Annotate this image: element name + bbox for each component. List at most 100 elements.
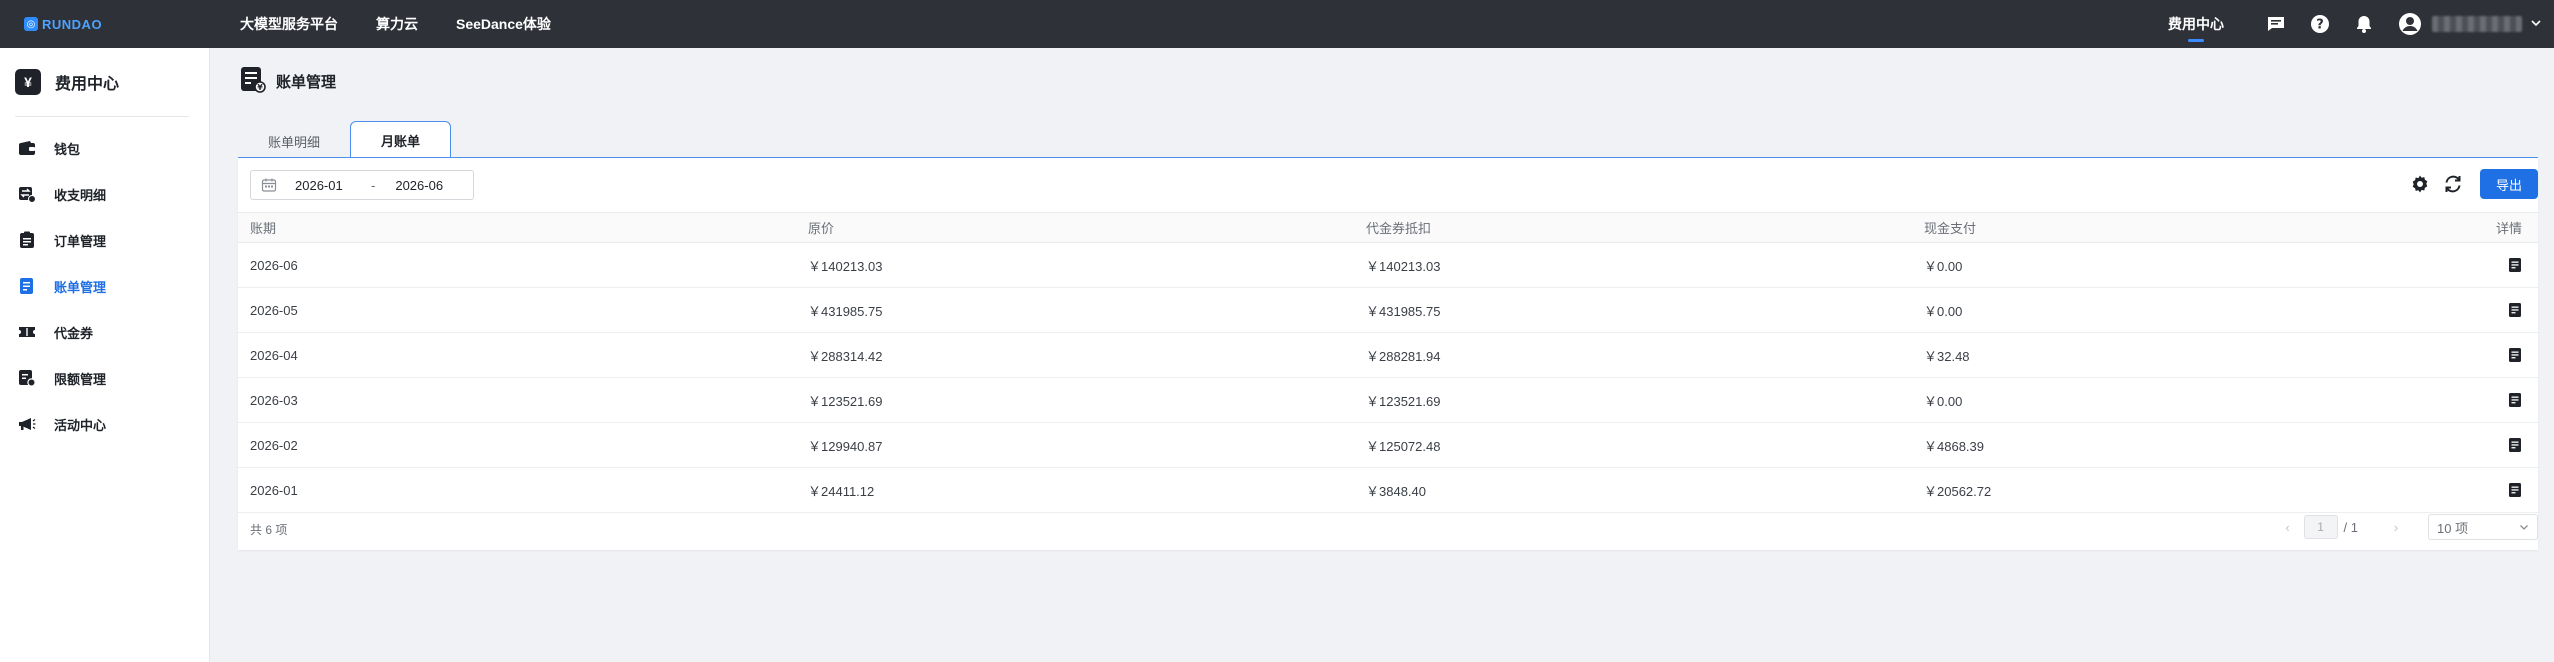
total-count: 共 6 项 — [250, 522, 288, 537]
cell-original-price: ￥431985.75 — [796, 287, 1354, 333]
help-icon[interactable]: ? — [2308, 12, 2332, 36]
topnav-model-platform[interactable]: 大模型服务平台 — [240, 14, 338, 34]
bill-management-icon: ¥ — [240, 66, 266, 97]
range-separator: - — [371, 177, 376, 193]
prev-page-icon[interactable]: ‹ — [2278, 520, 2298, 535]
document-icon[interactable] — [2508, 257, 2522, 273]
sidebar-item-activities[interactable]: 活动中心 — [0, 401, 209, 447]
brand-logo[interactable]: ◎ RUNDAO — [24, 17, 184, 32]
monthly-bill-table: 账期 原价 代金券抵扣 现金支付 详情 2026-06 ￥140213.03 ￥14… — [238, 212, 2538, 513]
col-header-period[interactable]: 账期 — [238, 212, 796, 243]
message-icon[interactable] — [2264, 12, 2288, 36]
document-icon[interactable] — [2508, 482, 2522, 498]
cell-details — [2321, 287, 2538, 333]
calendar-icon — [261, 177, 277, 193]
col-header-original-price[interactable]: 原价 — [796, 212, 1354, 243]
cell-original-price: ￥288314.42 — [796, 332, 1354, 378]
table-row: 2026-01 ￥24411.12 ￥3848.40 ￥20562.72 — [238, 467, 2538, 513]
page-total: / 1 — [2343, 519, 2358, 535]
topnav-seedance[interactable]: SeeDance体验 — [456, 14, 551, 34]
main-content: ¥ 账单管理 账单明细 月账单 2026-01 - 2026-06 导出 账期 … — [210, 48, 2554, 662]
monthly-bill-panel: 2026-01 - 2026-06 导出 账期 原价 代金券抵扣 现金支付 详情… — [238, 157, 2538, 550]
table-toolbar: 2026-01 - 2026-06 导出 — [238, 158, 2538, 212]
sidebar-item-label: 代金券 — [54, 325, 94, 341]
tab-bill-details[interactable]: 账单明细 — [238, 124, 350, 158]
cell-voucher-deduction: ￥288281.94 — [1354, 332, 1912, 378]
logo-text: RUNDAO — [42, 16, 103, 32]
cell-original-price: ￥129940.87 — [796, 422, 1354, 468]
page-size-select[interactable]: 10 项 — [2428, 514, 2538, 540]
sidebar-item-transactions[interactable]: 收支明细 — [0, 171, 209, 217]
sidebar-item-limits[interactable]: 限额管理 — [0, 355, 209, 401]
top-nav: 大模型服务平台 算力云 SeeDance体验 — [240, 14, 589, 34]
toolbar-actions: 导出 — [2410, 169, 2538, 199]
cell-period: 2026-03 — [238, 377, 796, 423]
svg-text:?: ? — [2316, 18, 2324, 33]
next-page-icon[interactable]: › — [2386, 520, 2406, 535]
chevron-down-icon — [2519, 520, 2529, 535]
col-header-cash-payment[interactable]: 现金支付 — [1912, 212, 2322, 243]
bell-icon[interactable] — [2352, 12, 2376, 36]
tab-monthly-bill[interactable]: 月账单 — [350, 121, 452, 159]
document-icon[interactable] — [2508, 347, 2522, 363]
gear-icon[interactable] — [2410, 174, 2430, 194]
sidebar-header: ¥ 费用中心 — [0, 48, 209, 116]
document-icon[interactable] — [2508, 302, 2522, 318]
document-icon[interactable] — [2508, 392, 2522, 408]
cell-original-price: ￥24411.12 — [796, 467, 1354, 513]
cell-period: 2026-01 — [238, 467, 796, 513]
cell-period: 2026-02 — [238, 422, 796, 468]
topnav-compute-cloud[interactable]: 算力云 — [376, 14, 418, 34]
table-body: 2026-06 ￥140213.03 ￥140213.03 ￥0.00 2026-05 ￥… — [238, 242, 2538, 513]
cell-period: 2026-04 — [238, 332, 796, 378]
topbar-actions: 费用中心 ? — [2168, 0, 2554, 48]
cell-details — [2321, 377, 2538, 423]
page-number-input[interactable]: 1 — [2303, 515, 2338, 539]
cell-original-price: ￥123521.69 — [796, 377, 1354, 423]
table-row: 2026-05 ￥431985.75 ￥431985.75 ￥0.00 — [238, 287, 2538, 333]
document-icon[interactable] — [2508, 437, 2522, 453]
cell-voucher-deduction: ￥123521.69 — [1354, 377, 1912, 423]
sidebar-item-label: 订单管理 — [54, 233, 107, 249]
sidebar-item-bills[interactable]: 账单管理 — [0, 263, 209, 309]
clipboard-icon — [18, 231, 36, 249]
cell-voucher-deduction: ￥431985.75 — [1354, 287, 1912, 333]
page-size-value: 10 项 — [2437, 520, 2469, 536]
cell-details — [2321, 332, 2538, 378]
page-title: 账单管理 — [276, 74, 337, 91]
sidebar-item-wallet[interactable]: 钱包 — [0, 125, 209, 171]
table-row: 2026-04 ￥288314.42 ￥288281.94 ￥32.48 — [238, 332, 2538, 378]
cell-cash-payment: ￥0.00 — [1912, 242, 2322, 288]
cell-cash-payment: ￥20562.72 — [1912, 467, 2322, 513]
month-range-picker[interactable]: 2026-01 - 2026-06 — [250, 170, 474, 200]
bill-icon — [18, 277, 36, 295]
user-avatar-icon[interactable] — [2398, 12, 2422, 36]
sidebar-item-label: 限额管理 — [54, 371, 107, 387]
page-header: ¥ 账单管理 — [240, 66, 336, 97]
bill-tabs: 账单明细 月账单 — [238, 120, 452, 159]
sidebar-title: 费用中心 — [55, 76, 120, 93]
end-month-input[interactable]: 2026-06 — [395, 178, 443, 193]
cell-cash-payment: ￥32.48 — [1912, 332, 2322, 378]
ticket-icon — [18, 323, 36, 341]
fee-center-link[interactable]: 费用中心 — [2168, 0, 2224, 48]
sidebar-item-label: 钱包 — [54, 141, 81, 157]
cell-cash-payment: ￥4868.39 — [1912, 422, 2322, 468]
col-header-details: 详情 — [2321, 212, 2538, 243]
sidebar-item-vouchers[interactable]: 代金券 — [0, 309, 209, 355]
chevron-down-icon[interactable] — [2530, 16, 2542, 32]
sidebar: ¥ 费用中心 钱包 收支明细 订单管理 账单管理 代金券 限额管理 活动中心 — [0, 48, 210, 662]
wallet-icon — [18, 139, 36, 157]
cell-voucher-deduction: ￥140213.03 — [1354, 242, 1912, 288]
col-header-voucher-deduction[interactable]: 代金券抵扣 — [1354, 212, 1912, 243]
sidebar-item-orders[interactable]: 订单管理 — [0, 217, 209, 263]
transfer-icon — [18, 185, 36, 203]
start-month-input[interactable]: 2026-01 — [295, 178, 353, 193]
export-button[interactable]: 导出 — [2480, 169, 2538, 199]
cell-original-price: ￥140213.03 — [796, 242, 1354, 288]
cell-details — [2321, 242, 2538, 288]
table-row: 2026-03 ￥123521.69 ￥123521.69 ￥0.00 — [238, 377, 2538, 423]
logo-mark-icon: ◎ — [24, 17, 38, 31]
fee-center-icon: ¥ — [15, 69, 41, 95]
refresh-icon[interactable] — [2442, 173, 2464, 195]
